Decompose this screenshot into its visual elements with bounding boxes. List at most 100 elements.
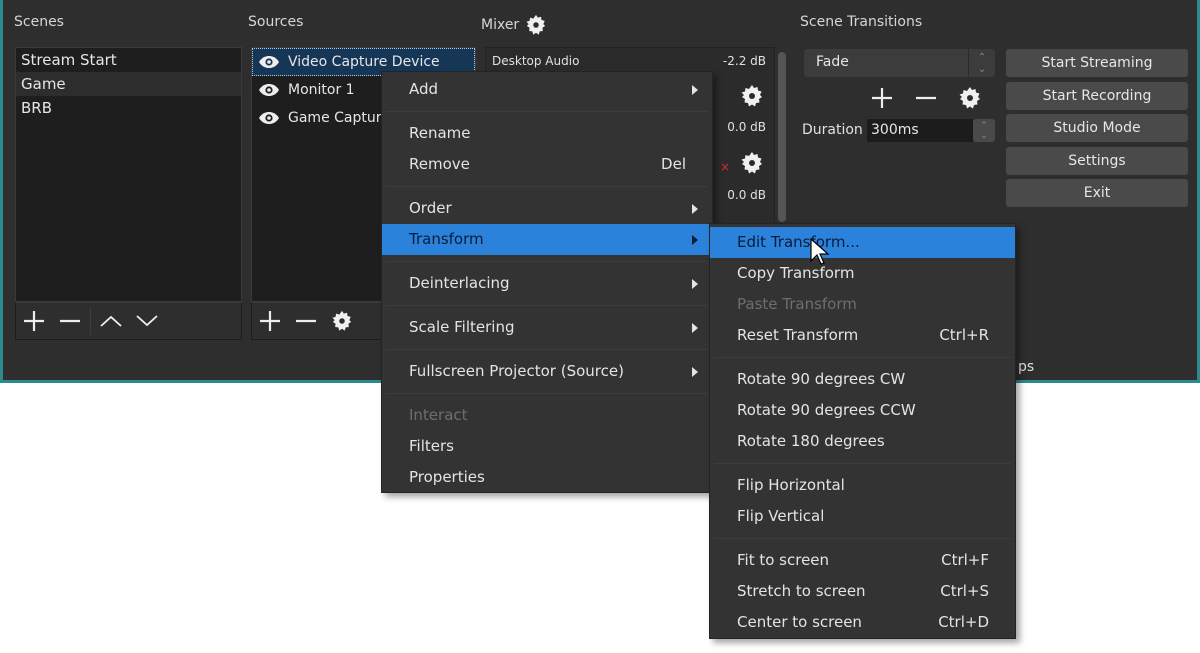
- menu-item-interact: Interact: [382, 400, 712, 431]
- submenu-arrow-icon: [692, 235, 698, 245]
- move-scene-up-button[interactable]: [93, 304, 129, 338]
- menu-separator: [386, 111, 708, 112]
- menu-item-label: Filters: [409, 437, 454, 455]
- scene-item[interactable]: BRB: [16, 96, 241, 120]
- menu-shortcut: Ctrl+F: [941, 551, 989, 569]
- menu-item-label: Transform: [409, 230, 484, 248]
- menu-item-filters[interactable]: Filters: [382, 431, 712, 462]
- channel-gear-icon[interactable]: [740, 84, 764, 108]
- menu-item-copy-transform[interactable]: Copy Transform: [710, 258, 1015, 289]
- menu-item-properties[interactable]: Properties: [382, 462, 712, 493]
- menu-item-flip-vertical[interactable]: Flip Vertical: [710, 501, 1015, 532]
- menu-item-transform[interactable]: Transform: [382, 224, 712, 255]
- menu-item-label: Reset Transform: [737, 326, 859, 344]
- menu-item-label: Copy Transform: [737, 264, 855, 282]
- select-arrows-icon: ⌃ ⌄: [968, 49, 995, 77]
- duration-spinner[interactable]: ⌃ ⌄: [973, 119, 995, 142]
- scenes-title: Scenes: [14, 14, 64, 30]
- menu-item-deinterlacing[interactable]: Deinterlacing: [382, 268, 712, 299]
- control-button-studio-mode[interactable]: Studio Mode: [1006, 114, 1188, 142]
- remove-scene-button[interactable]: [52, 304, 88, 338]
- source-context-menu: Add Rename Remove Del Order Transform Deinterl…: [381, 71, 713, 493]
- minus-icon: [60, 319, 80, 323]
- mouse-cursor-icon: [810, 238, 830, 265]
- scenes-list[interactable]: Stream Start Game BRB: [15, 47, 242, 302]
- menu-item-paste-transform: Paste Transform: [710, 289, 1015, 320]
- add-transition-icon[interactable]: [871, 87, 893, 109]
- menu-item-label: Rotate 90 degrees CCW: [737, 401, 916, 419]
- menu-item-reset-transform[interactable]: Reset Transform Ctrl+R: [710, 320, 1015, 351]
- menu-shortcut: Ctrl+D: [938, 613, 989, 631]
- submenu-arrow-icon: [692, 323, 698, 333]
- sources-toolbar: [251, 302, 391, 340]
- menu-item-label: Flip Horizontal: [737, 476, 845, 494]
- menu-shortcut: Ctrl+R: [939, 326, 989, 344]
- menu-item-label: Remove: [409, 155, 470, 173]
- menu-item-rotate-180-degrees[interactable]: Rotate 180 degrees: [710, 426, 1015, 457]
- menu-item-rotate-90-degrees-cw[interactable]: Rotate 90 degrees CW: [710, 364, 1015, 395]
- menu-item-label: Scale Filtering: [409, 318, 515, 336]
- transitions-title: Scene Transitions: [800, 14, 923, 30]
- menu-item-label: Stretch to screen: [737, 582, 866, 600]
- submenu-arrow-icon: [692, 367, 698, 377]
- menu-item-rename[interactable]: Rename: [382, 118, 712, 149]
- mixer-channel-level: -2.2 dB: [722, 54, 766, 68]
- eye-icon[interactable]: [258, 55, 280, 69]
- scene-item[interactable]: Game: [16, 72, 241, 96]
- gear-icon: [332, 310, 352, 331]
- add-scene-button[interactable]: [16, 304, 52, 338]
- menu-item-label: Fullscreen Projector (Source): [409, 362, 624, 380]
- mixer-title-row: Mixer: [481, 14, 547, 36]
- source-label: Video Capture Device: [288, 54, 440, 70]
- menu-item-fullscreen-projector-source[interactable]: Fullscreen Projector (Source): [382, 356, 712, 387]
- menu-item-label: Rotate 180 degrees: [737, 432, 885, 450]
- chevron-down-icon: [136, 315, 158, 327]
- mixer-scrollbar[interactable]: [778, 52, 786, 222]
- menu-item-fit-to-screen[interactable]: Fit to screen Ctrl+F: [710, 545, 1015, 576]
- menu-item-add[interactable]: Add: [382, 74, 712, 105]
- menu-item-order[interactable]: Order: [382, 193, 712, 224]
- transition-select[interactable]: Fade ⌃ ⌄: [804, 49, 995, 77]
- source-label: Game Capture: [288, 110, 390, 126]
- menu-item-label: Paste Transform: [737, 295, 857, 313]
- menu-item-edit-transform[interactable]: Edit Transform...: [710, 227, 1015, 258]
- menu-item-remove[interactable]: Remove Del: [382, 149, 712, 180]
- control-button-settings[interactable]: Settings: [1006, 146, 1188, 175]
- eye-icon[interactable]: [258, 83, 280, 97]
- menu-item-label: Properties: [409, 468, 485, 486]
- move-scene-down-button[interactable]: [129, 304, 165, 338]
- menu-shortcut: Ctrl+S: [940, 582, 989, 600]
- menu-item-label: Interact: [409, 406, 468, 424]
- mixer-gear-icon[interactable]: [525, 14, 547, 36]
- source-properties-button[interactable]: [324, 304, 360, 338]
- mixer-channel-level: 0.0 dB: [727, 120, 766, 134]
- remove-transition-icon[interactable]: [915, 87, 937, 109]
- scene-item[interactable]: Stream Start: [16, 48, 241, 72]
- menu-item-label: Flip Vertical: [737, 507, 825, 525]
- source-label: Monitor 1: [288, 82, 355, 98]
- muted-icon: ×: [720, 160, 731, 174]
- menu-item-center-to-screen[interactable]: Center to screen Ctrl+D: [710, 607, 1015, 638]
- menu-item-stretch-to-screen[interactable]: Stretch to screen Ctrl+S: [710, 576, 1015, 607]
- transform-submenu: Edit Transform... Copy Transform Paste Tra…: [709, 223, 1016, 639]
- control-button-start-recording[interactable]: Start Recording: [1006, 81, 1188, 110]
- eye-icon[interactable]: [258, 111, 280, 125]
- submenu-arrow-icon: [692, 279, 698, 289]
- menu-separator: [714, 538, 1011, 539]
- chevron-up-icon: [100, 315, 122, 327]
- control-button-start-streaming[interactable]: Start Streaming: [1006, 49, 1188, 77]
- remove-source-button[interactable]: [288, 304, 324, 338]
- menu-item-rotate-90-degrees-ccw[interactable]: Rotate 90 degrees CCW: [710, 395, 1015, 426]
- toolbar-divider: [90, 307, 91, 335]
- menu-item-scale-filtering[interactable]: Scale Filtering: [382, 312, 712, 343]
- transition-gear-icon[interactable]: [958, 86, 982, 110]
- add-source-button[interactable]: [252, 304, 288, 338]
- control-button-exit[interactable]: Exit: [1006, 179, 1188, 207]
- partial-label: ps: [1018, 359, 1035, 375]
- menu-separator: [386, 305, 708, 306]
- duration-input[interactable]: 300ms: [867, 119, 973, 142]
- submenu-arrow-icon: [692, 204, 698, 214]
- channel-gear-icon[interactable]: [740, 151, 764, 175]
- menu-item-flip-horizontal[interactable]: Flip Horizontal: [710, 470, 1015, 501]
- mixer-channel-level: 0.0 dB: [727, 188, 766, 202]
